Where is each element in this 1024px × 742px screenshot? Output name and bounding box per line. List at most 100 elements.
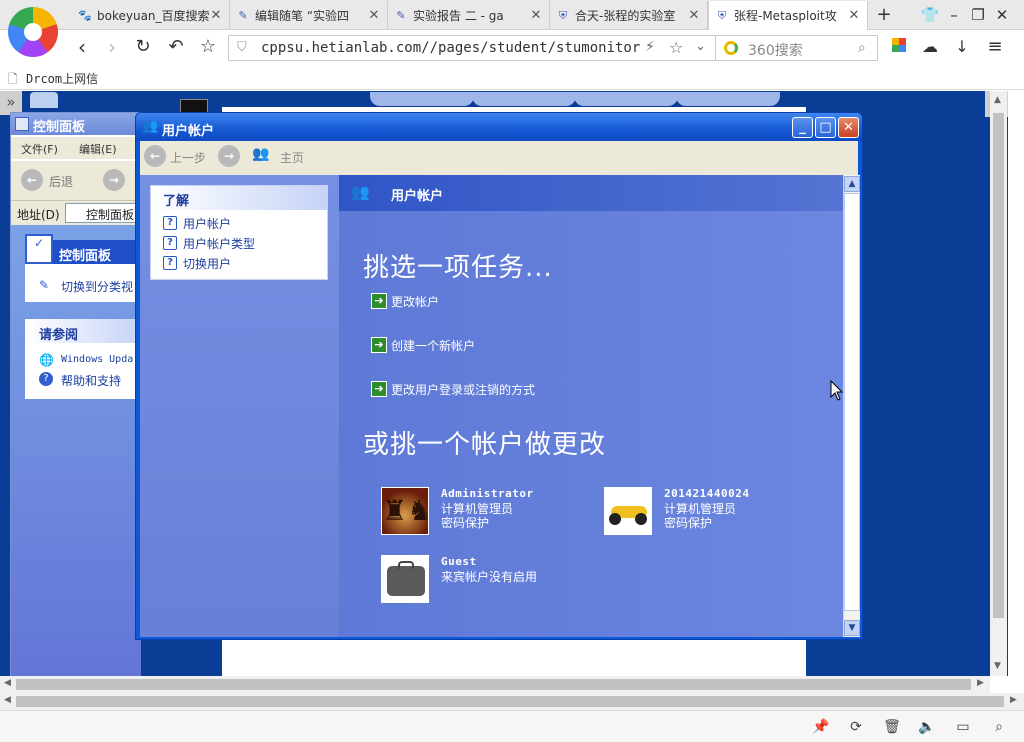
chevron-down-icon[interactable]: ⌄ [695,39,706,54]
menu-edit[interactable]: 编辑(E) [79,141,117,157]
back-button[interactable]: 上一步 [170,149,206,166]
page-horizontal-scrollbar[interactable]: ◀ ▶ [0,693,1024,710]
forward-icon[interactable]: › [100,35,124,59]
tab-lab[interactable]: ⛨ 合天-张程的实验室 ✕ [550,1,708,30]
pick-account-heading: 或挑一个帐户做更改 [363,430,607,460]
search-input[interactable]: 360搜索 [748,40,803,60]
inner-horizontal-scrollbar[interactable]: ◀ ▶ [0,676,990,693]
address-bar: 地址(D) 控制面板 [11,201,141,225]
help-icon: ? [163,236,177,250]
account-guest[interactable]: Guest 来宾帐户没有启用 [381,555,591,605]
refresh-icon[interactable]: ↻ [131,35,155,59]
maximize-button[interactable]: □ [815,117,836,138]
switch-category-link[interactable]: 切换到分类视 [61,278,133,295]
tab-pill[interactable] [676,92,780,106]
tab-editor[interactable]: ✎ 编辑随笔 “实验四 ✕ [230,1,388,30]
task-change-logon[interactable]: ➔ 更改用户登录或注销的方式 [371,380,535,398]
bookmarks-bar: 🗋 Drcom上网信 [0,66,1024,90]
restore-button[interactable]: ❐ [966,4,990,26]
zoom-icon[interactable]: ⌕ [990,718,1008,736]
undo-icon[interactable]: ↶ [164,35,188,59]
dialog-scrollbar[interactable]: ▲ ▼ [843,175,860,637]
scroll-left-icon[interactable]: ◀ [4,695,11,705]
close-tab-icon[interactable]: ✕ [367,8,381,23]
toolbar: ← 后退 → [11,161,141,201]
window-icon[interactable]: ▭ [954,718,972,736]
title-bar[interactable]: 👥 用户帐户 _ □ ✕ [136,113,862,141]
close-button[interactable]: ✕ [838,117,859,138]
download-icon[interactable]: ↓ [950,35,974,59]
scroll-thumb[interactable] [993,113,1004,618]
tab-pill[interactable] [370,92,474,106]
scroll-thumb[interactable] [844,193,860,611]
help-icon: ? [163,256,177,270]
volume-icon[interactable]: 🔈 [918,718,936,736]
tab-metasploit[interactable]: ⛨ 张程-Metasploit攻 ✕ [708,1,868,30]
scroll-down-icon[interactable]: ▼ [994,661,1001,671]
scroll-right-icon[interactable]: ▶ [1010,695,1017,705]
search-box[interactable]: 360搜索 ⌕ [716,35,878,61]
new-tab-button[interactable]: + [872,4,896,26]
forward-arrow-icon[interactable]: → [218,145,240,167]
lightning-icon[interactable]: ⚡ [645,39,655,55]
home-button[interactable]: 主页 [280,149,304,166]
scroll-up-icon[interactable]: ▲ [994,95,1001,105]
scroll-thumb[interactable] [16,679,971,690]
tab-pill[interactable] [574,92,678,106]
back-arrow-icon[interactable]: ← [144,145,166,167]
page-vertical-scrollbar[interactable]: ▲ ▼ [990,91,1007,676]
page-icon: 🗋 [8,72,18,86]
back-button[interactable]: 后退 [49,173,73,190]
task-create-account[interactable]: ➔ 创建一个新帐户 [371,336,475,354]
scroll-thumb[interactable] [16,696,1004,707]
tab-report[interactable]: ✎ 实验报告 二 - ga ✕ [388,1,550,30]
bookmark-drcom[interactable]: Drcom上网信 [26,70,98,87]
close-tab-icon[interactable]: ✕ [529,8,543,23]
arrow-icon: ➔ [371,337,387,353]
windows-update-link[interactable]: Windows Upda [61,354,133,365]
url-text[interactable]: cppsu.hetianlab.com//pages/student/stumo… [261,40,641,56]
scroll-right-icon[interactable]: ▶ [977,678,984,688]
close-window-button[interactable]: ✕ [990,4,1014,26]
apps-icon[interactable] [892,38,906,52]
minimize-button[interactable]: – [942,4,966,26]
arrow-icon: ➔ [371,381,387,397]
tab-baidu[interactable]: 🐾 bokeyuan_百度搜索 ✕ [72,1,230,30]
learn-user-accounts[interactable]: ? 用户帐户 [163,214,231,232]
star-icon[interactable]: ☆ [196,35,220,59]
url-bar[interactable]: ⛉ cppsu.hetianlab.com//pages/student/stu… [228,35,716,61]
shield-icon: ⛨ [558,8,568,22]
menu-file[interactable]: 文件(F) [21,141,58,157]
scroll-up-icon[interactable]: ▲ [844,176,860,192]
tab-pill[interactable] [472,92,576,106]
minimize-button[interactable]: _ [792,117,813,138]
account-201421440024[interactable]: 201421440024 计算机管理员 密码保护 [604,487,814,537]
close-tab-icon[interactable]: ✕ [209,8,223,23]
task-change-account[interactable]: ➔ 更改帐户 [371,292,439,310]
trash-icon[interactable]: 🗑 [883,718,901,736]
account-administrator[interactable]: ♜♞ Administrator 计算机管理员 密码保护 [381,487,591,537]
search-icon[interactable]: ⌕ [858,40,866,56]
cloud-icon[interactable]: ☁ [918,35,942,59]
forward-arrow-icon[interactable]: → [103,169,125,191]
learn-switch-users[interactable]: ? 切换用户 [163,254,231,272]
control-panel-window[interactable]: 控制面板 文件(F) 编辑(E) ← 后退 → 地址(D) 控制面板 控制面板 … [10,112,141,678]
close-tab-icon[interactable]: ✕ [687,8,701,23]
back-icon[interactable]: ‹ [70,35,94,59]
back-arrow-icon[interactable]: ← [21,169,43,191]
scroll-down-icon[interactable]: ▼ [844,620,860,636]
help-link[interactable]: 帮助和支持 [61,372,121,389]
close-tab-icon[interactable]: ✕ [847,8,861,23]
menu-icon[interactable]: ≡ [983,35,1007,59]
desktop-icon[interactable] [30,92,58,108]
favorite-icon[interactable]: ☆ [669,38,683,57]
learn-account-types[interactable]: ? 用户帐户类型 [163,234,255,252]
speed-icon[interactable]: ⟳ [847,718,865,736]
pin-icon[interactable]: 📌 [812,718,830,736]
browser-logo[interactable] [8,7,58,57]
user-accounts-window[interactable]: 👥 用户帐户 _ □ ✕ ← 上一步 → 👥 主页 了解 ? 用户帐户 ? 用户帐户… [135,112,863,640]
address-field[interactable]: 控制面板 [65,203,141,223]
shirt-icon[interactable]: 👕 [918,4,942,26]
cmd-icon[interactable] [180,99,208,113]
scroll-left-icon[interactable]: ◀ [4,678,11,688]
